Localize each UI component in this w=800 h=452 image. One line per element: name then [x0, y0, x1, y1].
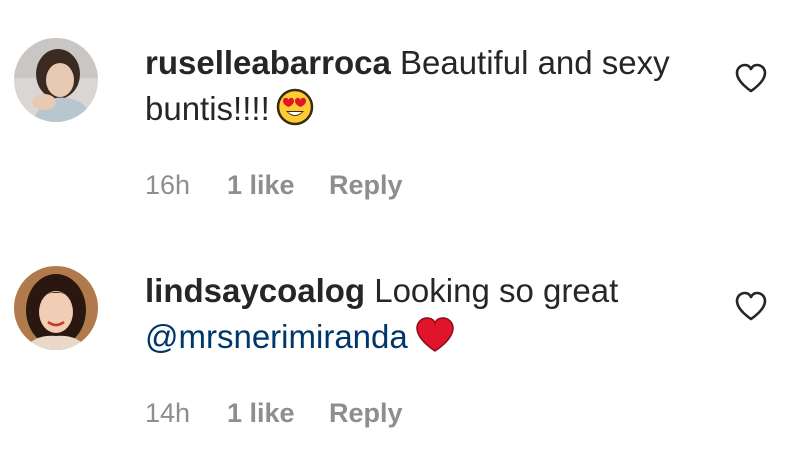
red-heart-emoji-icon	[414, 316, 456, 366]
comment-username[interactable]: lindsaycoalog	[145, 272, 365, 309]
comment-likes[interactable]: 1 like	[227, 170, 329, 201]
comment-username[interactable]: ruselleabarroca	[145, 44, 391, 81]
comment-item: ruselleabarroca Beautiful and sexy bunti…	[0, 0, 800, 228]
comment-text: ruselleabarroca Beautiful and sexy bunti…	[145, 40, 705, 138]
heart-eyes-emoji-icon	[276, 88, 314, 138]
avatar-image	[14, 38, 98, 122]
reply-button[interactable]: Reply	[329, 398, 403, 429]
comment-meta: 16h 1 like Reply	[145, 170, 403, 201]
comment-likes[interactable]: 1 like	[227, 398, 329, 429]
mention-link[interactable]: @mrsnerimiranda	[145, 318, 408, 355]
comment-time: 16h	[145, 170, 191, 200]
comment-time: 14h	[145, 398, 191, 428]
comment-body: Looking so great	[365, 272, 619, 309]
reply-button[interactable]: Reply	[329, 170, 403, 201]
comment-item: lindsaycoalog Looking so great @mrsnerim…	[0, 228, 800, 452]
comment-text: lindsaycoalog Looking so great @mrsnerim…	[145, 268, 705, 366]
heart-outline-icon[interactable]	[734, 290, 768, 322]
avatar-image	[14, 266, 98, 350]
avatar[interactable]	[14, 266, 98, 350]
heart-outline-icon[interactable]	[734, 62, 768, 94]
avatar[interactable]	[14, 38, 98, 122]
comment-meta: 14h 1 like Reply	[145, 398, 403, 429]
